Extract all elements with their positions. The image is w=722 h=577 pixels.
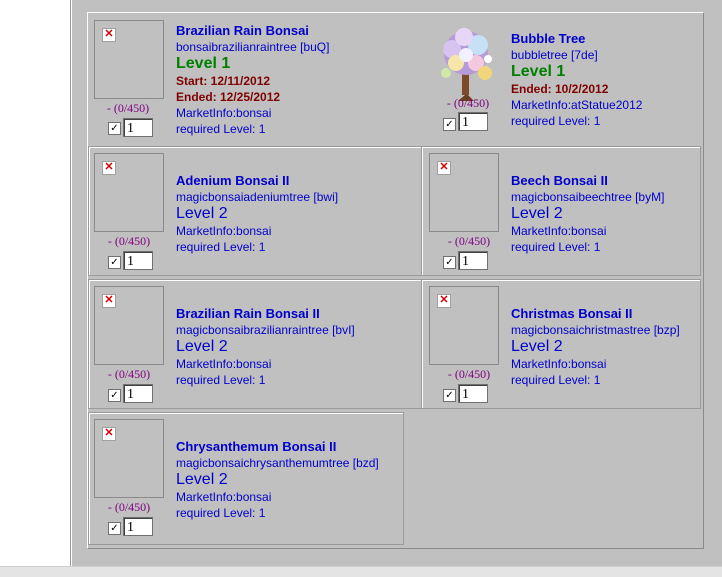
end-date: Ended: 12/25/2012: [176, 90, 281, 104]
market-info: MarketInfo:bonsai: [176, 490, 272, 504]
item-image: ✕: [429, 153, 499, 232]
owned-count: - (0/450): [447, 234, 491, 248]
item-image: ✕: [94, 20, 164, 99]
item-name[interactable]: Chrysanthemum Bonsai II: [176, 439, 401, 455]
item-level: Level 1: [511, 63, 566, 80]
market-info: MarketInfo:bonsai: [176, 224, 272, 238]
item-image: ✕: [94, 153, 164, 232]
required-level: required Level: 1: [511, 373, 601, 387]
broken-image-icon: ✕: [437, 161, 451, 175]
item-card: ✕ - (0/450) ✓ 1 Beech Bonsai II magicbon…: [421, 146, 701, 276]
item-card: ✕ - (0/450) ✓ 1 Brazilian Rain Bonsai II…: [88, 279, 422, 409]
quantity-input[interactable]: 1: [123, 384, 153, 403]
market-info: MarketInfo:bonsai: [511, 357, 607, 371]
owned-count: - (0/450): [446, 96, 490, 110]
required-level: required Level: 1: [511, 240, 601, 254]
required-level: required Level: 1: [176, 240, 266, 254]
required-level: required Level: 1: [511, 114, 601, 128]
quantity-input[interactable]: 1: [123, 517, 153, 536]
item-info: Brazilian Rain Bonsai II magicbonsaibraz…: [176, 306, 416, 388]
market-info: MarketInfo:bonsai: [176, 106, 272, 120]
item-code: bonsaibrazilianraintree [buQ]: [176, 40, 330, 54]
item-level: Level 2: [511, 205, 563, 222]
item-card: ✕ - (0/450) ✓ 1 Chrysanthemum Bonsai II …: [88, 412, 404, 545]
quantity-input[interactable]: 1: [123, 251, 153, 270]
quantity-input[interactable]: 1: [458, 384, 488, 403]
item-level: Level 2: [511, 338, 563, 355]
item-code: magicbonsaibrazilianraintree [bvI]: [176, 323, 355, 337]
quantity-input[interactable]: 1: [123, 118, 153, 137]
item-info: Beech Bonsai II magicbonsaibeechtree [by…: [511, 173, 696, 255]
broken-image-icon: ✕: [102, 161, 116, 175]
select-checkbox[interactable]: ✓: [108, 122, 121, 135]
left-pane: [0, 0, 71, 566]
start-date: Start: 12/11/2012: [176, 74, 271, 88]
item-card: ✕ - (0/450) ✓ 1 Christmas Bonsai II magi…: [421, 279, 701, 409]
end-date: Ended: 10/2/2012: [511, 82, 609, 96]
item-info: Bubble Tree bubbletree [7de] Level 1 End…: [511, 31, 696, 129]
item-card: ✕ - (0/450) ✓ 1 Adenium Bonsai II magicb…: [88, 146, 422, 276]
item-name[interactable]: Brazilian Rain Bonsai II: [176, 306, 416, 322]
owned-count: - (0/450): [107, 234, 151, 248]
broken-image-icon: ✕: [102, 28, 116, 42]
select-checkbox[interactable]: ✓: [443, 256, 456, 269]
owned-count: - (0/450): [107, 367, 151, 381]
bubble-tree-icon: [441, 28, 492, 101]
item-level: Level 1: [176, 55, 231, 72]
broken-image-icon: ✕: [102, 427, 116, 441]
broken-image-icon: ✕: [437, 294, 451, 308]
market-info: MarketInfo:bonsai: [511, 224, 607, 238]
item-level: Level 2: [176, 338, 228, 355]
select-checkbox[interactable]: ✓: [108, 522, 121, 535]
item-name[interactable]: Bubble Tree: [511, 31, 696, 47]
status-bar: [0, 566, 722, 577]
item-level: Level 2: [176, 205, 228, 222]
item-card: - (0/450) ✓ 1 Bubble Tree bubbletree [7d…: [422, 13, 700, 143]
item-name[interactable]: Christmas Bonsai II: [511, 306, 696, 322]
owned-count: - (0/450): [447, 367, 491, 381]
item-code: magicbonsaibeechtree [byM]: [511, 190, 665, 204]
item-code: magicbonsaichrysanthemumtree [bzd]: [176, 456, 379, 470]
item-image: ✕: [94, 286, 164, 365]
item-code: magicbonsaiadeniumtree [bwi]: [176, 190, 339, 204]
owned-count: - (0/450): [106, 101, 150, 115]
item-name[interactable]: Brazilian Rain Bonsai: [176, 23, 416, 39]
select-checkbox[interactable]: ✓: [108, 389, 121, 402]
item-image: ✕: [94, 419, 164, 498]
item-info: Chrysanthemum Bonsai II magicbonsaichrys…: [176, 439, 401, 521]
item-name[interactable]: Adenium Bonsai II: [176, 173, 416, 189]
broken-image-icon: ✕: [102, 294, 116, 308]
market-info: MarketInfo:atStatue2012: [511, 98, 643, 112]
quantity-input[interactable]: 1: [458, 251, 488, 270]
market-info: MarketInfo:bonsai: [176, 357, 272, 371]
required-level: required Level: 1: [176, 122, 266, 136]
required-level: required Level: 1: [176, 506, 266, 520]
item-info: Brazilian Rain Bonsai bonsaibrazilianrai…: [176, 23, 416, 137]
select-checkbox[interactable]: ✓: [108, 256, 121, 269]
select-checkbox[interactable]: ✓: [443, 389, 456, 402]
item-image: ✕: [429, 286, 499, 365]
quantity-input[interactable]: 1: [458, 112, 488, 131]
item-info: Adenium Bonsai II magicbonsaiadeniumtree…: [176, 173, 416, 255]
select-checkbox[interactable]: ✓: [443, 118, 456, 131]
item-code: bubbletree [7de]: [511, 48, 598, 62]
item-info: Christmas Bonsai II magicbonsaichristmas…: [511, 306, 696, 388]
required-level: required Level: 1: [176, 373, 266, 387]
item-code: magicbonsaichristmastree [bzp]: [511, 323, 680, 337]
owned-count: - (0/450): [107, 500, 151, 514]
item-name[interactable]: Beech Bonsai II: [511, 173, 696, 189]
item-level: Level 2: [176, 471, 228, 488]
